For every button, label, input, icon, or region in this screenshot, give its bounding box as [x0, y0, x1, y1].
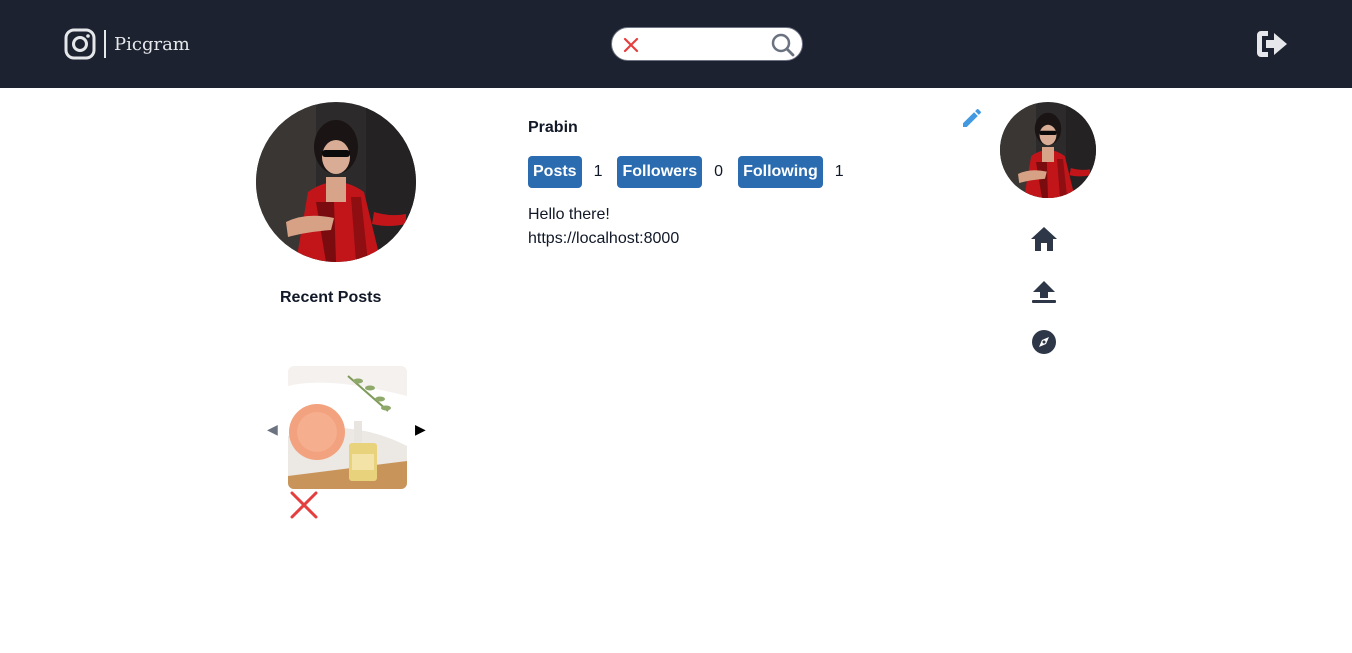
- home-icon[interactable]: [1030, 225, 1058, 253]
- search-icon[interactable]: [770, 32, 796, 58]
- following-button[interactable]: Following: [738, 156, 823, 188]
- posts-count: 1: [593, 163, 603, 180]
- following-count: 1: [834, 163, 844, 180]
- edit-profile-icon[interactable]: [960, 106, 984, 130]
- carousel-prev-button[interactable]: ◀: [267, 421, 278, 438]
- recent-posts-title: Recent Posts: [280, 289, 382, 306]
- profile-stats: Posts 1 Followers 0 Following 1: [528, 156, 859, 188]
- clear-search-icon[interactable]: [622, 36, 640, 54]
- compass-icon[interactable]: [1030, 328, 1058, 356]
- profile-username: Prabin: [528, 119, 578, 136]
- logout-icon[interactable]: [1255, 28, 1289, 60]
- carousel-next-button[interactable]: ▶: [415, 421, 426, 438]
- profile-photo: [256, 102, 416, 262]
- bio-link[interactable]: https://localhost:8000: [528, 227, 679, 251]
- delete-post-icon[interactable]: [289, 490, 319, 520]
- search-input[interactable]: [648, 33, 766, 57]
- followers-count: 0: [714, 163, 724, 180]
- sidebar-profile-photo: [1000, 102, 1096, 198]
- posts-button[interactable]: Posts: [528, 156, 582, 188]
- post-thumbnail[interactable]: [288, 366, 407, 489]
- sidebar-avatar[interactable]: [1000, 102, 1096, 198]
- brand-divider: [104, 30, 106, 58]
- profile-avatar: [256, 102, 416, 262]
- search-bar: [611, 27, 803, 61]
- brand[interactable]: Picgram: [64, 28, 190, 60]
- top-navbar: Picgram: [0, 0, 1352, 88]
- instagram-logo-icon: [64, 28, 96, 60]
- profile-bio: Hello there! https://localhost:8000: [528, 203, 679, 251]
- post-image: [288, 366, 407, 489]
- upload-icon[interactable]: [1030, 278, 1058, 306]
- bio-text: Hello there!: [528, 206, 610, 223]
- followers-button[interactable]: Followers: [617, 156, 703, 188]
- brand-name: Picgram: [114, 33, 190, 55]
